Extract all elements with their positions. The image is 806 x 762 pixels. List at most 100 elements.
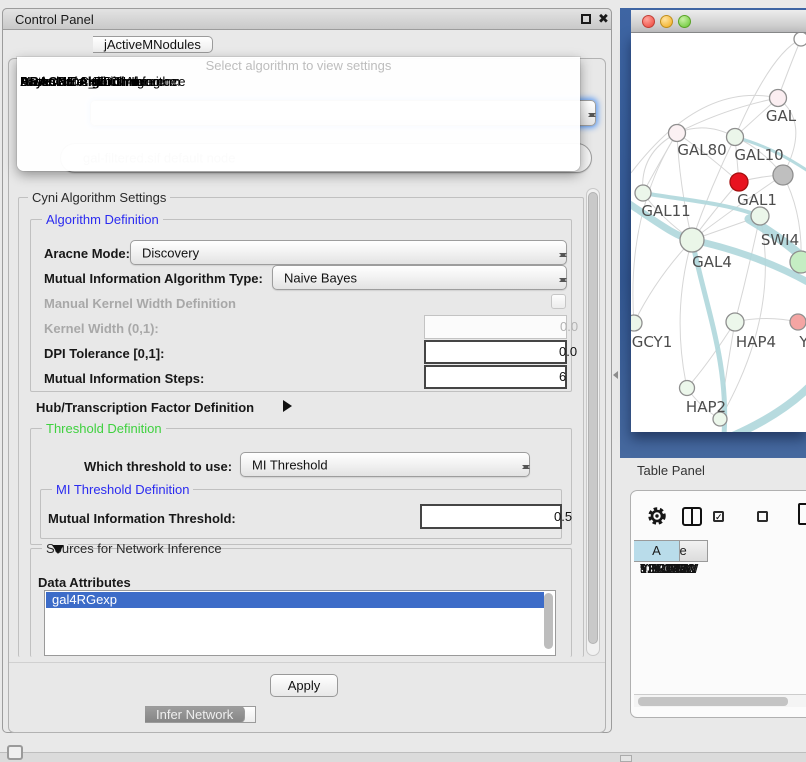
data-attributes-label: Data Attributes [38,575,131,590]
mi-threshold-value: 0.5 [554,506,572,527]
network-node-label[interactable]: GAL11 [641,202,690,220]
resize-grip-icon[interactable] [620,755,632,762]
which-threshold-label: Which threshold to use: [84,459,232,474]
network-node[interactable] [794,33,806,46]
mi-algorithm-type-select[interactable]: Naive Bayes [272,265,567,290]
network-node[interactable] [680,381,695,396]
network-node[interactable] [790,251,806,273]
table-body: YDL19...YDL19...13YDR27...YDR27...12YBR0… [634,562,806,686]
zoom-traffic-light-icon[interactable] [678,15,691,28]
mi-threshold-field[interactable]: 0.5 [420,504,562,529]
sources-title[interactable]: Sources for Network Inference [42,541,68,556]
dpi-tolerance-value: 0.0 [559,342,577,362]
network-node[interactable] [770,90,787,107]
network-edge [680,240,692,388]
tab-jactivemnodules[interactable]: jActiveMNodules [93,36,213,53]
network-edge [735,216,760,322]
expand-arrow-icon[interactable] [283,400,292,412]
table-settings-gear-icon[interactable] [646,504,668,528]
table-cell: 9. [634,562,680,576]
data-attributes-list[interactable]: SelfLoopsTopologicalCoefficientBetweenne… [44,590,556,656]
close-icon[interactable]: ✖ [598,11,609,27]
aracne-mode-value: Discovery [142,245,199,260]
cytoscape-workspace: Control Panel ✖ NetworkStyleSelectCyni T… [0,0,806,762]
mi-steps-value: 6 [559,367,566,387]
network-node-label[interactable]: GAL [766,107,797,125]
which-threshold-select[interactable]: MI Threshold [240,452,530,477]
algorithm-option[interactable]: Dream8 DC_TDC Algorithm [17,74,180,90]
network-node-label[interactable]: Y [798,333,806,351]
unchecked-checkbox-icon [757,511,768,522]
network-node[interactable] [680,228,704,252]
network-node-label[interactable]: HAP4 [736,333,776,351]
network-node-label[interactable]: GAL4 [692,253,732,271]
checked-checkbox-icon: ✓ [713,511,724,522]
network-view-canvas[interactable]: GAL GAL80 GAL10 GAL1 GAL11 SWI4 GAL4 GCY1 HAP4 Y H… [631,33,806,432]
kernel-width-label: Kernel Width (0,1): [44,321,159,336]
aracne-mode-label: Aracne Mode: [44,246,130,261]
attribute-list-item[interactable]: gal4RGexp [46,592,544,608]
network-node[interactable] [727,129,744,146]
mi-steps-label: Mutual Information Steps: [44,371,204,386]
column-header-3[interactable]: A [634,540,680,562]
network-node[interactable] [726,313,744,331]
network-edge [778,39,801,98]
network-graph: GAL GAL80 GAL10 GAL1 GAL11 SWI4 GAL4 GCY1 HAP4 Y H… [631,33,806,432]
network-window-titlebar[interactable] [631,10,806,33]
export-table-icon[interactable] [798,503,806,525]
kernel-width-value: 0.0 [560,316,578,338]
network-node[interactable] [751,207,769,225]
apply-button[interactable]: Apply [270,674,338,697]
mi-algorithm-type-label: Mutual Information Algorithm Type: [44,271,263,286]
network-node-label[interactable]: GAL1 [737,191,777,209]
control-panel-titlebar[interactable]: Control Panel [2,8,612,30]
aracne-mode-select[interactable]: Discovery [130,240,567,265]
minimized-panel-icon[interactable] [7,745,23,760]
tab-label: jActiveMNodules [104,37,201,52]
manual-kernel-width-label: Manual Kernel Width Definition [44,296,236,311]
manual-kernel-width-checkbox[interactable] [551,294,566,309]
sources-title-text: Sources for Network Inference [46,541,222,556]
control-panel-title: Control Panel [15,12,94,27]
tab-label: Infer Network [156,707,233,722]
network-node[interactable] [635,185,651,201]
network-edge [687,322,735,388]
panel-splitter-icon[interactable] [613,371,618,379]
algorithm-definition-title: Algorithm Definition [42,212,163,227]
show-columns-icon[interactable] [682,507,702,526]
algorithm-dropdown-hint: Select algorithm to view settings [17,58,580,73]
table-panel-titlebar[interactable]: Table Panel [614,458,806,484]
network-edge [677,98,778,133]
mi-algorithm-type-value: Naive Bayes [284,270,357,285]
network-node[interactable] [773,165,793,185]
network-node-label[interactable]: SWI4 [761,231,799,249]
tab-infer-network[interactable]: Infer Network [145,706,245,723]
network-node[interactable] [631,315,642,331]
mi-steps-field[interactable]: 6 [424,365,567,389]
collapse-arrow-icon[interactable] [52,545,64,554]
network-node[interactable] [669,125,686,142]
network-node[interactable] [730,173,748,191]
minimize-traffic-light-icon[interactable] [660,15,673,28]
status-strip [0,752,806,762]
kernel-width-field[interactable]: 0.0 [424,315,567,339]
float-window-icon[interactable] [581,14,591,24]
mi-threshold-label: Mutual Information Threshold: [48,511,236,526]
network-node-label[interactable]: GCY1 [632,333,673,351]
table-horizontal-scrollbar[interactable] [634,694,806,707]
table-hscrollbar-thumb[interactable] [638,697,788,706]
settings-scrollbar-thumb[interactable] [588,192,598,644]
hub-definition-label[interactable]: Hub/Transcription Factor Definition [36,400,254,415]
divider [9,662,605,663]
network-node-label[interactable]: GAL10 [734,146,783,164]
close-traffic-light-icon[interactable] [642,15,655,28]
mi-threshold-definition-title: MI Threshold Definition [52,482,193,497]
attributes-scrollbar-thumb[interactable] [544,593,553,649]
dpi-tolerance-field[interactable]: 0.0 [424,340,567,364]
network-node-label[interactable]: GAL80 [677,141,726,159]
network-node-label[interactable]: HAP2 [686,398,726,416]
network-node[interactable] [790,314,806,330]
settings-scrollbar[interactable] [586,188,600,656]
algorithm-dropdown: Select algorithm to view settings Bayesi… [17,57,580,171]
which-threshold-value: MI Threshold [252,457,328,472]
